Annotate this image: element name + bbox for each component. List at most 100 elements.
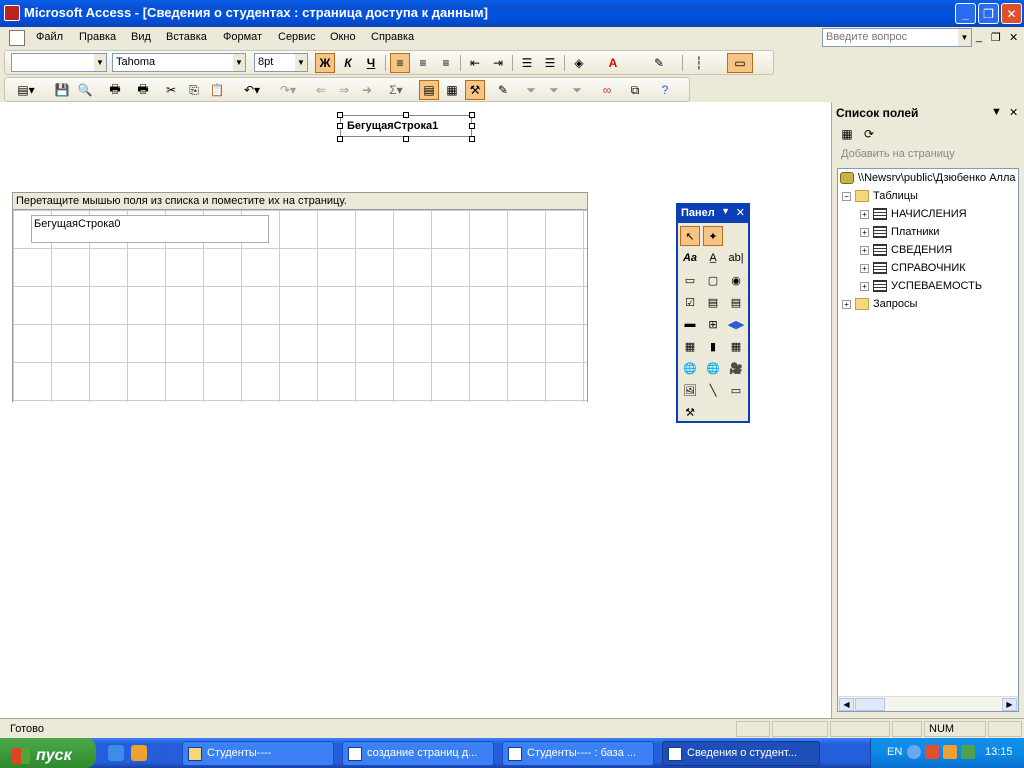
resize-handle[interactable]	[403, 112, 409, 118]
label-tool-icon[interactable]: Aa	[680, 248, 700, 268]
quicklaunch-icon[interactable]	[153, 745, 169, 761]
resize-handle[interactable]	[337, 136, 343, 142]
chevron-down-icon[interactable]: ▼	[721, 206, 730, 216]
office-chart-icon[interactable]: ▮	[703, 336, 723, 356]
tree-item-table[interactable]: + СВЕДЕНИЯ	[860, 244, 952, 256]
hyperlink-icon[interactable]: 🌐	[680, 358, 700, 378]
sorting-grouping-icon[interactable]: ▦	[442, 80, 462, 100]
special-effect-icon[interactable]: ▭	[727, 53, 753, 73]
taskbar-button-active[interactable]: Сведения о студент...	[662, 741, 820, 766]
search-icon[interactable]: 🔍	[75, 80, 95, 100]
textbox-tool-icon[interactable]: ab|	[726, 248, 746, 268]
underline-button[interactable]: Ч	[361, 53, 381, 73]
menu-file[interactable]: Файл	[36, 31, 63, 43]
scrolling-text-icon[interactable]: ▭	[680, 270, 700, 290]
tree-item-table[interactable]: + СПРАВОЧНИК	[860, 262, 966, 274]
resize-handle[interactable]	[337, 123, 343, 129]
align-left-icon[interactable]: ≡	[390, 53, 410, 73]
access-app-icon[interactable]	[4, 5, 20, 21]
horizontal-scrollbar[interactable]: ◀ ▶	[838, 696, 1018, 711]
bound-field[interactable]: БегущаяСтрока0	[31, 215, 269, 243]
page-design-canvas[interactable]: БегущаяСтрока1 Перетащите мышью поля из …	[0, 102, 832, 718]
mdi-minimize-button[interactable]: _	[976, 31, 982, 43]
chevron-down-icon[interactable]: ▼	[94, 54, 106, 71]
resize-handle[interactable]	[469, 112, 475, 118]
help-search-input[interactable]: Введите вопрос ▼	[822, 28, 972, 47]
promote-icon[interactable]: ⇐	[311, 80, 331, 100]
copy-icon[interactable]: ⎘	[184, 80, 204, 100]
autosum-icon[interactable]: Σ▾	[381, 80, 411, 100]
new-page-icon[interactable]: ▦	[837, 124, 857, 144]
field-list-icon[interactable]: ▤	[419, 80, 439, 100]
tree-item-table[interactable]: + Платники	[860, 226, 939, 238]
font-color-icon[interactable]: A	[603, 53, 623, 73]
option-group-icon[interactable]: ▢	[703, 270, 723, 290]
mdi-restore-button[interactable]: ❐	[991, 31, 1001, 44]
menu-view[interactable]: Вид	[131, 31, 151, 43]
bound-span-icon[interactable]: A̲	[703, 248, 723, 268]
command-button-icon[interactable]: ▬	[680, 314, 700, 334]
rectangle-tool-icon[interactable]: ▭	[726, 380, 746, 400]
image-hyperlink-icon[interactable]: 🌐	[703, 358, 723, 378]
database-window-icon[interactable]: ⧉	[625, 80, 645, 100]
checkbox-tool-icon[interactable]: ☑	[680, 292, 700, 312]
tray-app-icon[interactable]	[943, 745, 957, 759]
field-tree[interactable]: \\Newsrv\public\Дзюбенко Алла − Таблицы …	[837, 168, 1019, 712]
restore-button[interactable]: ❐	[978, 3, 999, 24]
print-preview-icon[interactable]: 🖶	[133, 80, 153, 100]
ie-icon[interactable]	[108, 745, 124, 761]
tree-item-table[interactable]: + УСПЕВАЕМОСТЬ	[860, 280, 982, 292]
menu-format[interactable]: Формат	[223, 31, 262, 43]
close-icon[interactable]: ✕	[736, 206, 745, 219]
save-icon[interactable]: 💾	[52, 80, 72, 100]
properties-icon[interactable]: ✎	[493, 80, 513, 100]
chevron-down-icon[interactable]: ▼	[295, 54, 307, 71]
resize-handle[interactable]	[469, 136, 475, 142]
italic-button[interactable]: К	[338, 53, 358, 73]
menu-insert[interactable]: Вставка	[166, 31, 207, 43]
start-button[interactable]: пуск	[0, 738, 96, 768]
tree-root[interactable]: \\Newsrv\public\Дзюбенко Алла	[840, 172, 1016, 184]
align-right-icon[interactable]: ≡	[436, 53, 456, 73]
quicklaunch-icon[interactable]	[131, 745, 147, 761]
increase-indent-icon[interactable]: ⇥	[488, 53, 508, 73]
chevron-left-icon[interactable]	[907, 745, 921, 759]
paste-icon[interactable]: 📋	[207, 80, 227, 100]
print-icon[interactable]: 🖶	[105, 80, 125, 100]
tree-item-queries[interactable]: + Запросы	[842, 298, 917, 310]
movie-icon[interactable]: 🎥	[726, 358, 746, 378]
taskbar-button[interactable]: создание страниц д...	[342, 741, 494, 766]
minimize-button[interactable]: _	[955, 3, 976, 24]
filter-icon[interactable]: ⏷	[521, 80, 541, 100]
cut-icon[interactable]: ✂	[161, 80, 181, 100]
resize-handle[interactable]	[469, 123, 475, 129]
relationships-icon[interactable]: ∞	[597, 80, 617, 100]
marquee-control[interactable]: БегущаяСтрока1	[340, 115, 472, 137]
option-button-icon[interactable]: ◉	[726, 270, 746, 290]
record-navigation-icon[interactable]: ◀▶	[726, 314, 746, 334]
scroll-left-icon[interactable]: ◀	[839, 698, 854, 711]
scroll-right-icon[interactable]: ▶	[1002, 698, 1017, 711]
expand-icon[interactable]: +	[842, 299, 851, 309]
network-icon[interactable]	[925, 745, 939, 759]
mdi-close-button[interactable]: ✕	[1009, 31, 1018, 44]
font-size-combo[interactable]: 8pt ▼	[254, 53, 308, 72]
image-icon[interactable]: 🖼	[680, 380, 700, 400]
toolbox-icon[interactable]: ⚒	[465, 80, 485, 100]
refresh-icon[interactable]: ⟳	[859, 124, 879, 144]
help-icon[interactable]: ?	[655, 80, 675, 100]
line-tool-icon[interactable]: ╲	[703, 380, 723, 400]
taskbar-button[interactable]: Студенты---- : база ...	[502, 741, 654, 766]
group-icon[interactable]: ➜	[357, 80, 377, 100]
tree-item-table[interactable]: + НАЧИСЛЕНИЯ	[860, 208, 967, 220]
language-indicator[interactable]: EN	[887, 746, 902, 758]
taskbar-button[interactable]: Студенты----	[182, 741, 334, 766]
dropdown-list-icon[interactable]: ▤	[703, 292, 723, 312]
office-spreadsheet-icon[interactable]: ▦	[726, 336, 746, 356]
network-icon[interactable]	[961, 745, 975, 759]
fill-color-icon[interactable]: ◈	[569, 53, 589, 73]
align-center-icon[interactable]: ≡	[413, 53, 433, 73]
expand-icon[interactable]: +	[860, 209, 869, 219]
add-to-page-button[interactable]: Добавить на страницу	[841, 148, 955, 160]
document-icon[interactable]	[9, 30, 25, 46]
